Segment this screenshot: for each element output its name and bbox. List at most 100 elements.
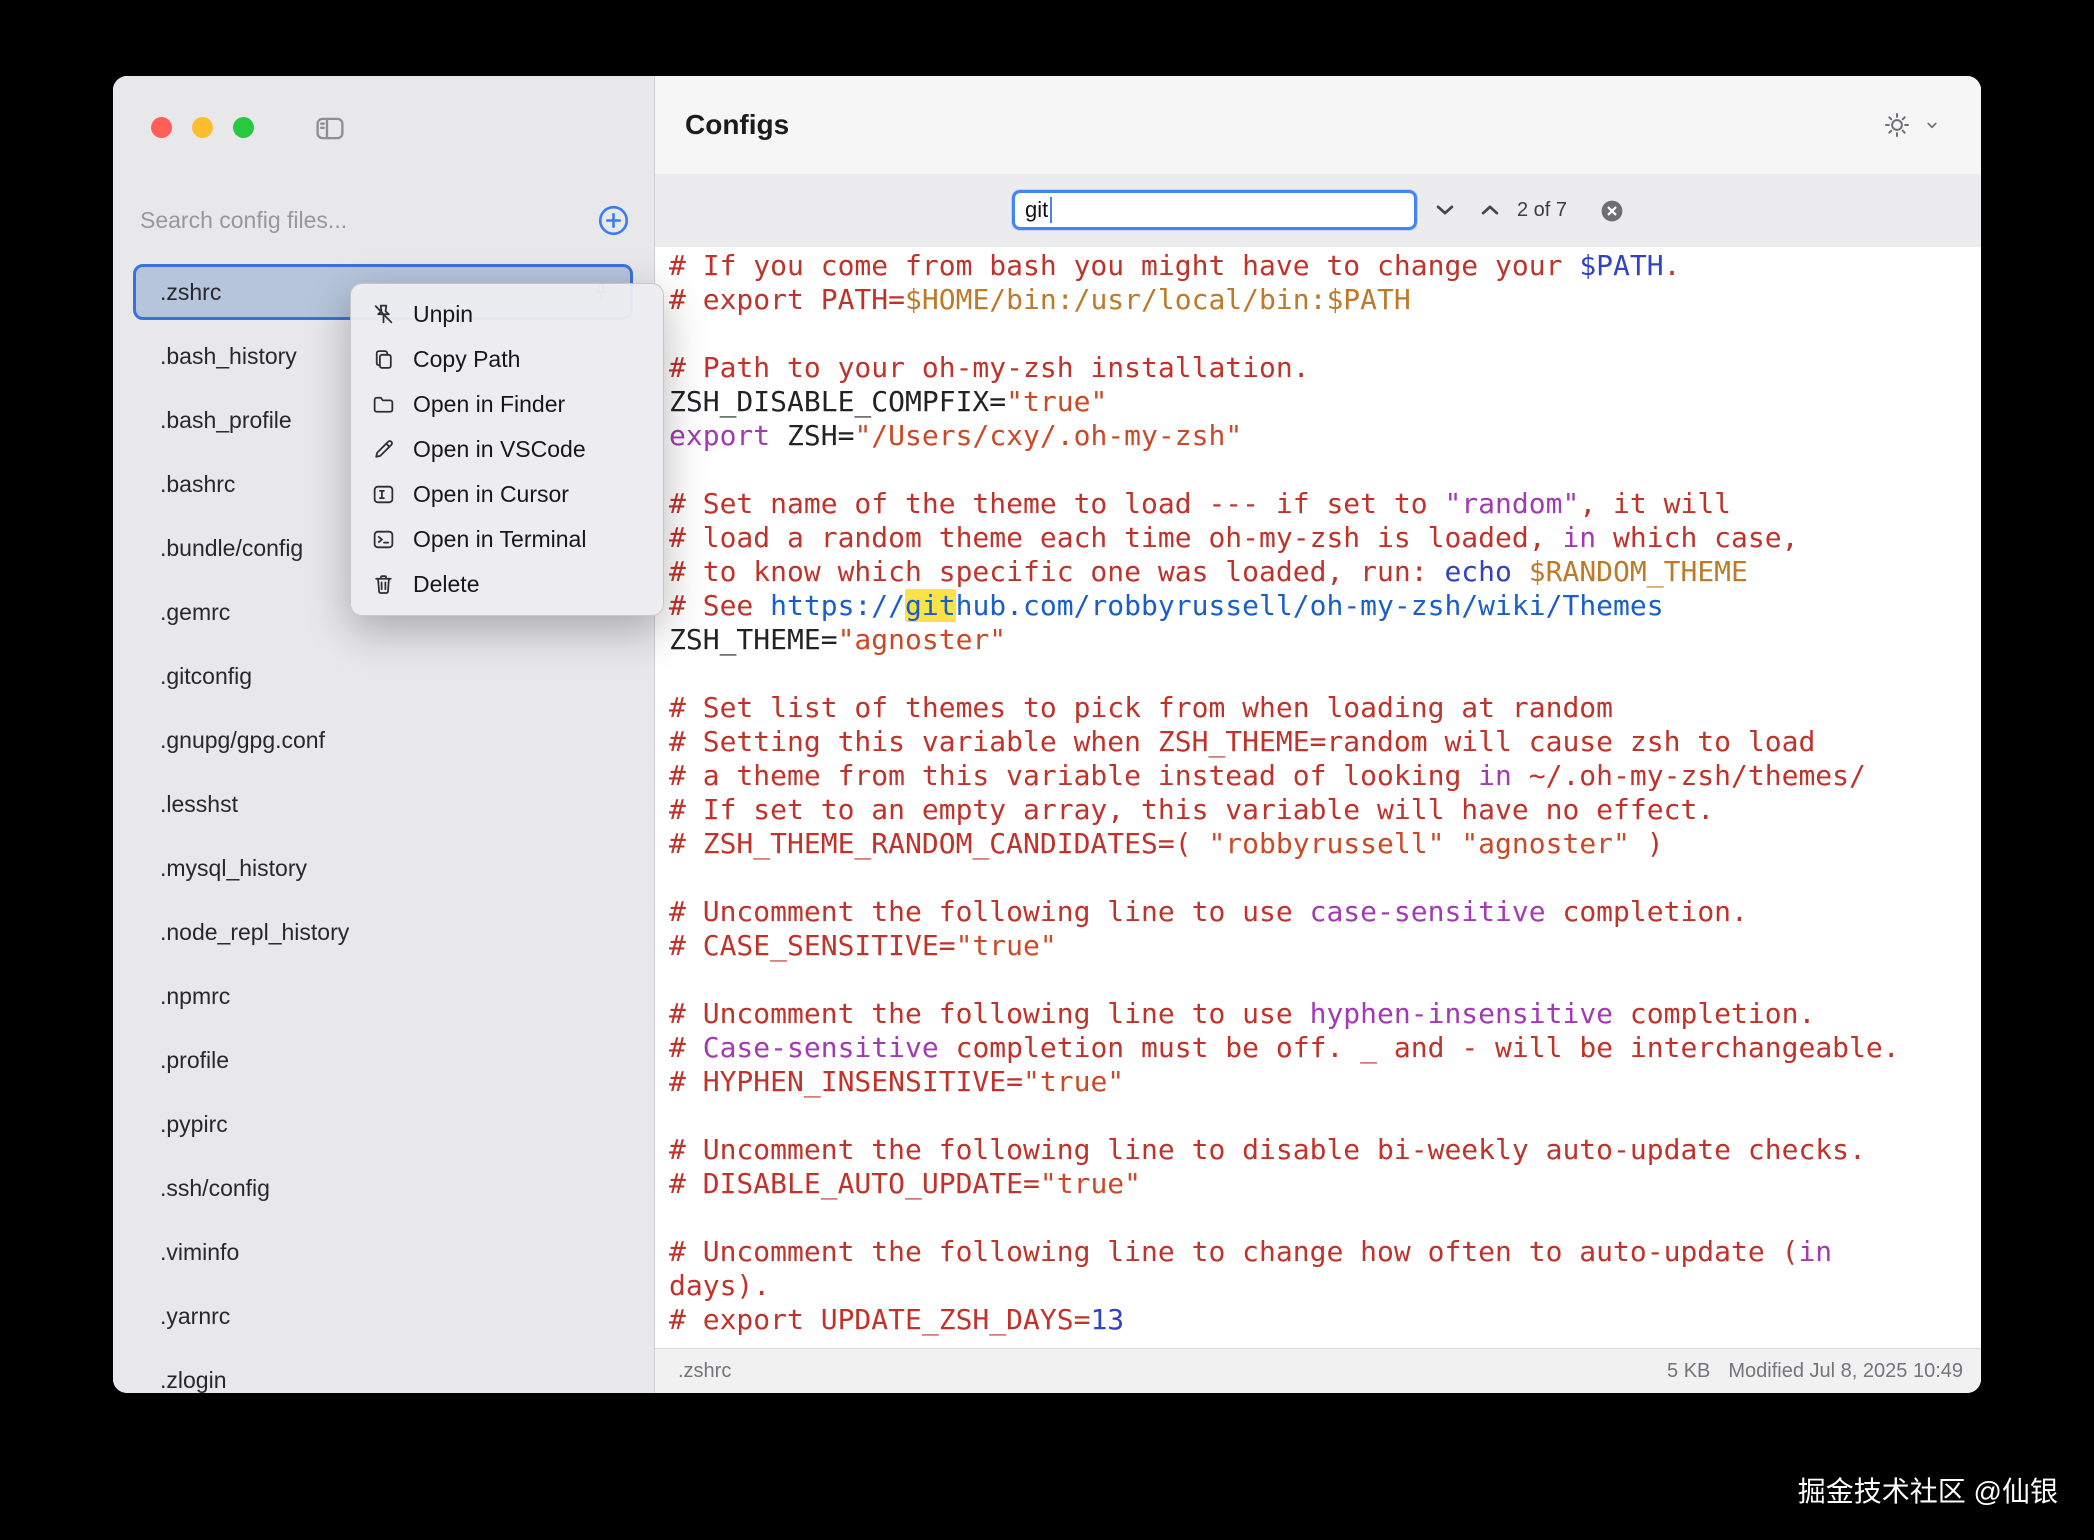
sidebar-item-ssh-config[interactable]: .ssh/config <box>133 1160 633 1216</box>
menu-item-label: Copy Path <box>413 346 520 373</box>
sidebar-item-gnupg-gpg-conf[interactable]: .gnupg/gpg.conf <box>133 712 633 768</box>
sidebar-item-pypirc[interactable]: .pypirc <box>133 1096 633 1152</box>
menu-item-delete[interactable]: Delete <box>351 562 663 607</box>
zoom-window-button[interactable] <box>233 117 254 138</box>
appearance-menu-chevron-down-icon[interactable] <box>1923 116 1941 134</box>
code-line: # Set name of the theme to load --- if s… <box>669 487 1981 521</box>
code-line <box>669 657 1981 691</box>
sidebar-item-label: .pypirc <box>160 1111 612 1138</box>
code-line <box>669 453 1981 487</box>
sidebar-item-label: .viminfo <box>160 1239 612 1266</box>
match-count-label: 2 of 7 <box>1517 174 1567 247</box>
code-line: # Case-sensitive completion must be off.… <box>669 1031 1981 1065</box>
status-meta: 5 KB Modified Jul 8, 2025 10:49 <box>1667 1349 1963 1393</box>
copy-path-icon <box>371 347 396 372</box>
code-line: days). <box>669 1269 1981 1303</box>
code-line <box>669 861 1981 895</box>
code-line: # export UPDATE_ZSH_DAYS=13 <box>669 1303 1981 1337</box>
search-match-highlight: git <box>905 589 956 622</box>
sidebar-search-row: Search config files... <box>140 200 632 240</box>
menu-item-label: Delete <box>413 571 479 598</box>
menu-item-unpin[interactable]: Unpin <box>351 292 663 337</box>
code-line: # CASE_SENSITIVE="true" <box>669 929 1981 963</box>
code-line: # Set list of themes to pick from when l… <box>669 691 1981 725</box>
context-menu: Unpin Copy Path Open in Finder Open in VSCo… <box>350 283 664 616</box>
code-line <box>669 317 1981 351</box>
status-modified-date: Modified Jul 8, 2025 10:49 <box>1728 1349 1963 1393</box>
sidebar-item-label: .lesshst <box>160 791 612 818</box>
find-bar: git 2 of 7 <box>655 174 1981 248</box>
sidebar-item-npmrc[interactable]: .npmrc <box>133 968 633 1024</box>
code-line <box>669 963 1981 997</box>
sidebar-item-label: .ssh/config <box>160 1175 612 1202</box>
menu-item-open-in-vscode[interactable]: Open in VSCode <box>351 427 663 472</box>
finder-icon <box>371 392 396 417</box>
menu-item-label: Open in Finder <box>413 391 565 418</box>
trash-icon <box>371 572 396 597</box>
status-bar: .zshrc 5 KB Modified Jul 8, 2025 10:49 <box>655 1348 1981 1393</box>
code-line: ZSH_DISABLE_COMPFIX="true" <box>669 385 1981 419</box>
sidebar-item-label: .mysql_history <box>160 855 612 882</box>
menu-item-open-in-finder[interactable]: Open in Finder <box>351 382 663 427</box>
menu-item-copy-path[interactable]: Copy Path <box>351 337 663 382</box>
sidebar-item-mysql-history[interactable]: .mysql_history <box>133 840 633 896</box>
menu-item-open-in-terminal[interactable]: Open in Terminal <box>351 517 663 562</box>
sidebar-search-input[interactable]: Search config files... <box>140 207 347 234</box>
app-window: Search config files... .zshrc.bash_histo… <box>113 76 1981 1393</box>
header-actions <box>1883 76 1941 174</box>
desktop-background: Search config files... .zshrc.bash_histo… <box>0 0 2094 1540</box>
sidebar-item-label: .gnupg/gpg.conf <box>160 727 612 754</box>
sidebar-item-viminfo[interactable]: .viminfo <box>133 1224 633 1280</box>
code-line: # Uncomment the following line to use ca… <box>669 895 1981 929</box>
watermark: 掘金技术社区 @仙银 <box>1798 1470 2058 1510</box>
sidebar-item-lesshst[interactable]: .lesshst <box>133 776 633 832</box>
find-previous-chevron-up-icon[interactable] <box>1475 195 1505 225</box>
menu-item-label: Unpin <box>413 301 473 328</box>
main-panel: Configs <box>655 76 1981 1393</box>
sidebar-item-label: .gitconfig <box>160 663 612 690</box>
menu-item-open-in-cursor[interactable]: Open in Cursor <box>351 472 663 517</box>
find-input[interactable]: git <box>1012 190 1417 230</box>
code-line: ZSH_THEME="agnoster" <box>669 623 1981 657</box>
code-line: # See https://github.com/robbyrussell/oh… <box>669 589 1981 623</box>
sidebar-item-profile[interactable]: .profile <box>133 1032 633 1088</box>
code-line: # Uncomment the following line to disabl… <box>669 1133 1981 1167</box>
find-close-icon[interactable] <box>1599 198 1625 224</box>
minimize-window-button[interactable] <box>192 117 213 138</box>
sidebar-item-node-repl-history[interactable]: .node_repl_history <box>133 904 633 960</box>
vscode-icon <box>371 437 396 462</box>
terminal-icon <box>371 527 396 552</box>
sidebar-toggle-icon[interactable] <box>310 112 350 145</box>
window-controls <box>151 117 254 138</box>
code-content: # If you come from bash you might have t… <box>669 249 1981 1337</box>
find-query-text: git <box>1025 197 1048 223</box>
code-line: # Setting this variable when ZSH_THEME=r… <box>669 725 1981 759</box>
code-line: # If you come from bash you might have t… <box>669 249 1981 283</box>
code-line: # HYPHEN_INSENSITIVE="true" <box>669 1065 1981 1099</box>
code-line <box>669 1201 1981 1235</box>
main-header: Configs <box>655 76 1981 175</box>
text-cursor <box>1050 197 1052 223</box>
sidebar-item-label: .profile <box>160 1047 612 1074</box>
code-line <box>669 1099 1981 1133</box>
appearance-toggle-icon[interactable] <box>1883 111 1911 139</box>
sidebar: Search config files... .zshrc.bash_histo… <box>113 76 655 1393</box>
code-editor[interactable]: # If you come from bash you might have t… <box>655 247 1981 1349</box>
close-window-button[interactable] <box>151 117 172 138</box>
code-line: # Path to your oh-my-zsh installation. <box>669 351 1981 385</box>
page-title: Configs <box>685 76 789 174</box>
cursor-icon <box>371 482 396 507</box>
sidebar-item-label: .node_repl_history <box>160 919 612 946</box>
status-file-size: 5 KB <box>1667 1349 1710 1393</box>
sidebar-item-gitconfig[interactable]: .gitconfig <box>133 648 633 704</box>
code-line: # a theme from this variable instead of … <box>669 759 1981 793</box>
code-line: export ZSH="/Users/cxy/.oh-my-zsh" <box>669 419 1981 453</box>
code-line: # DISABLE_AUTO_UPDATE="true" <box>669 1167 1981 1201</box>
sidebar-item-zlogin[interactable]: .zlogin <box>133 1352 633 1393</box>
sidebar-item-yarnrc[interactable]: .yarnrc <box>133 1288 633 1344</box>
add-config-button[interactable] <box>595 202 632 239</box>
code-line: # If set to an empty array, this variabl… <box>669 793 1981 827</box>
code-line: # ZSH_THEME_RANDOM_CANDIDATES=( "robbyru… <box>669 827 1981 861</box>
find-next-chevron-down-icon[interactable] <box>1430 195 1460 225</box>
unpin-icon <box>371 302 396 327</box>
